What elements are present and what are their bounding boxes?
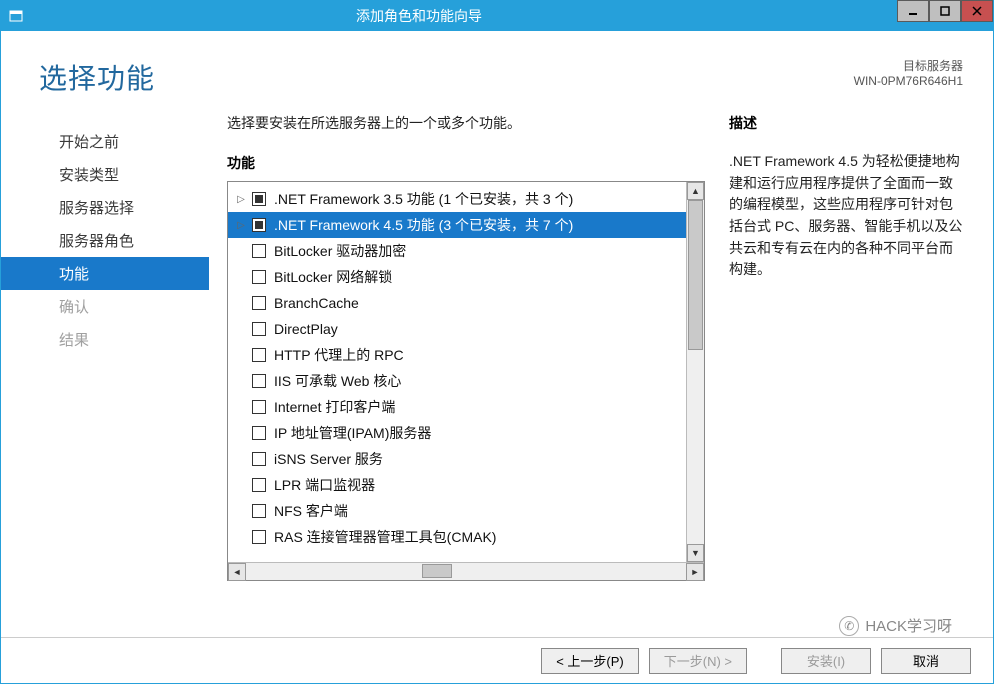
- content-area: 选择功能 目标服务器 WIN-0PM76R646H1 开始之前安装类型服务器选择…: [1, 31, 993, 683]
- feature-row[interactable]: LPR 端口监视器: [228, 472, 704, 498]
- destination-label: 目标服务器: [854, 57, 963, 74]
- nav-item-0[interactable]: 开始之前: [1, 125, 209, 158]
- nav-item-4[interactable]: 功能: [1, 257, 209, 290]
- instruction-text: 选择要安装在所选服务器上的一个或多个功能。: [227, 113, 705, 133]
- minimize-button[interactable]: [897, 0, 929, 22]
- feature-checkbox[interactable]: [252, 244, 266, 258]
- feature-label: .NET Framework 4.5 功能 (3 个已安装，共 7 个): [274, 215, 573, 235]
- titlebar: 添加角色和功能向导: [1, 1, 993, 31]
- next-button[interactable]: 下一步(N) >: [649, 648, 747, 674]
- feature-row[interactable]: IIS 可承载 Web 核心: [228, 368, 704, 394]
- feature-checkbox[interactable]: [252, 452, 266, 466]
- feature-row[interactable]: DirectPlay: [228, 316, 704, 342]
- header-row: 选择功能 目标服务器 WIN-0PM76R646H1: [1, 31, 993, 107]
- feature-checkbox[interactable]: [252, 374, 266, 388]
- feature-label: LPR 端口监视器: [274, 475, 375, 495]
- vscroll-thumb[interactable]: [688, 200, 703, 350]
- watermark: ✆ HACK学习呀: [839, 615, 952, 636]
- install-button[interactable]: 安装(I): [781, 648, 871, 674]
- window-controls: [897, 1, 993, 31]
- feature-label: BranchCache: [274, 295, 359, 311]
- close-button[interactable]: [961, 0, 993, 22]
- feature-row[interactable]: BitLocker 驱动器加密: [228, 238, 704, 264]
- feature-label: Internet 打印客户端: [274, 397, 395, 417]
- scroll-right-button[interactable]: ►: [686, 563, 704, 581]
- feature-row[interactable]: BranchCache: [228, 290, 704, 316]
- nav-item-5: 确认: [1, 290, 209, 323]
- feature-checkbox[interactable]: [252, 504, 266, 518]
- destination-info: 目标服务器 WIN-0PM76R646H1: [854, 57, 963, 97]
- description-heading: 描述: [729, 113, 963, 133]
- description-panel: 描述 .NET Framework 4.5 为轻松便捷地构建和运行应用程序提供了…: [715, 107, 963, 637]
- feature-label: BitLocker 驱动器加密: [274, 241, 406, 261]
- page-title: 选择功能: [39, 57, 854, 97]
- feature-row[interactable]: NFS 客户端: [228, 498, 704, 524]
- feature-checkbox[interactable]: [252, 426, 266, 440]
- feature-label: RAS 连接管理器管理工具包(CMAK): [274, 527, 496, 547]
- body-row: 开始之前安装类型服务器选择服务器角色功能确认结果 选择要安装在所选服务器上的一个…: [1, 107, 993, 637]
- feature-row[interactable]: HTTP 代理上的 RPC: [228, 342, 704, 368]
- feature-row[interactable]: ▷ .NET Framework 4.5 功能 (3 个已安装，共 7 个): [228, 212, 704, 238]
- description-text: .NET Framework 4.5 为轻松便捷地构建和运行应用程序提供了全面而…: [729, 151, 963, 281]
- scroll-up-button[interactable]: ▲: [687, 182, 704, 200]
- feature-checkbox[interactable]: [252, 478, 266, 492]
- cancel-button[interactable]: 取消: [881, 648, 971, 674]
- feature-checkbox[interactable]: [252, 270, 266, 284]
- destination-server: WIN-0PM76R646H1: [854, 74, 963, 88]
- scroll-down-button[interactable]: ▼: [687, 544, 704, 562]
- feature-row[interactable]: iSNS Server 服务: [228, 446, 704, 472]
- feature-label: .NET Framework 3.5 功能 (1 个已安装，共 3 个): [274, 189, 573, 209]
- feature-label: IP 地址管理(IPAM)服务器: [274, 423, 431, 443]
- expand-toggle-icon[interactable]: ▷: [234, 194, 248, 205]
- center-panel: 选择要安装在所选服务器上的一个或多个功能。 功能 ▷ .NET Framework…: [209, 107, 715, 637]
- expand-toggle-icon[interactable]: ▷: [234, 220, 248, 231]
- feature-checkbox[interactable]: [252, 530, 266, 544]
- maximize-button[interactable]: [929, 0, 961, 22]
- feature-row[interactable]: ▷ .NET Framework 3.5 功能 (1 个已安装，共 3 个): [228, 186, 704, 212]
- button-bar: < 上一步(P) 下一步(N) > 安装(I) 取消: [1, 637, 993, 683]
- scroll-left-button[interactable]: ◄: [228, 563, 246, 581]
- nav-item-6: 结果: [1, 323, 209, 356]
- feature-label: DirectPlay: [274, 321, 338, 337]
- feature-checkbox[interactable]: [252, 400, 266, 414]
- wechat-icon: ✆: [839, 616, 859, 636]
- features-heading: 功能: [227, 153, 705, 173]
- feature-label: iSNS Server 服务: [274, 449, 383, 469]
- vscroll-track[interactable]: [687, 200, 704, 544]
- feature-row[interactable]: RAS 连接管理器管理工具包(CMAK): [228, 524, 704, 550]
- wizard-nav: 开始之前安装类型服务器选择服务器角色功能确认结果: [1, 107, 209, 637]
- feature-checkbox[interactable]: [252, 322, 266, 336]
- watermark-text: HACK学习呀: [865, 615, 952, 636]
- nav-item-2[interactable]: 服务器选择: [1, 191, 209, 224]
- feature-row[interactable]: BitLocker 网络解锁: [228, 264, 704, 290]
- feature-row[interactable]: IP 地址管理(IPAM)服务器: [228, 420, 704, 446]
- hscroll-thumb[interactable]: [422, 564, 452, 578]
- hscroll-track[interactable]: [246, 563, 686, 581]
- feature-label: IIS 可承载 Web 核心: [274, 371, 401, 391]
- features-listbox: ▷ .NET Framework 3.5 功能 (1 个已安装，共 3 个) ▷ .N…: [227, 181, 705, 581]
- wizard-window: 添加角色和功能向导 选择功能 目标服务器 WIN-0PM76R646H1 开始之…: [0, 0, 994, 684]
- feature-label: HTTP 代理上的 RPC: [274, 345, 404, 365]
- feature-checkbox[interactable]: [252, 218, 266, 232]
- feature-label: NFS 客户端: [274, 501, 348, 521]
- feature-checkbox[interactable]: [252, 348, 266, 362]
- nav-item-1[interactable]: 安装类型: [1, 158, 209, 191]
- horizontal-scrollbar[interactable]: ◄ ►: [228, 562, 704, 580]
- nav-item-3[interactable]: 服务器角色: [1, 224, 209, 257]
- feature-row[interactable]: Internet 打印客户端: [228, 394, 704, 420]
- vertical-scrollbar[interactable]: ▲ ▼: [686, 182, 704, 562]
- feature-label: BitLocker 网络解锁: [274, 267, 392, 287]
- previous-button[interactable]: < 上一步(P): [541, 648, 639, 674]
- feature-checkbox[interactable]: [252, 192, 266, 206]
- feature-checkbox[interactable]: [252, 296, 266, 310]
- window-title: 添加角色和功能向导: [0, 6, 897, 26]
- features-list[interactable]: ▷ .NET Framework 3.5 功能 (1 个已安装，共 3 个) ▷ .N…: [228, 182, 704, 562]
